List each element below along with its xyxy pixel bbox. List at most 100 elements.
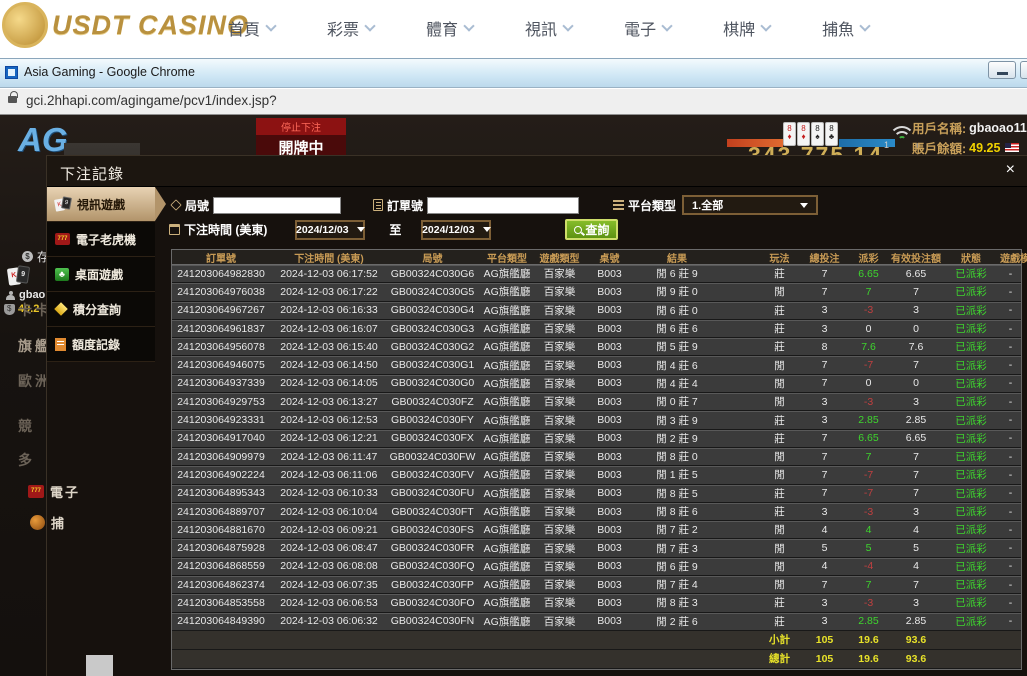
cell-payout: -7 bbox=[847, 359, 890, 371]
cell-platform: AG旗艦廳 bbox=[477, 339, 537, 354]
table-row: 2412030649760382024-12-03 06:17:22GB0032… bbox=[172, 283, 1021, 301]
cell-mode: - bbox=[1000, 323, 1021, 335]
chevron-down-icon bbox=[760, 20, 771, 31]
cell-payout: 7 bbox=[847, 286, 890, 298]
cell-valid: 5 bbox=[890, 542, 942, 554]
cell-game: 百家樂 bbox=[537, 376, 582, 391]
order-input[interactable] bbox=[427, 197, 579, 214]
cell-payout: 5 bbox=[847, 542, 890, 554]
cell-mode: - bbox=[1000, 432, 1021, 444]
nav-item-fishing[interactable]: 捕魚 bbox=[822, 16, 869, 40]
cell-mode: - bbox=[1000, 451, 1021, 463]
cell-table: B003 bbox=[582, 542, 637, 554]
table-row: 2412030648953432024-12-03 06:10:33GB0032… bbox=[172, 485, 1021, 503]
cell-result: 閒 6 莊 0 bbox=[637, 303, 717, 318]
bet-records-modal: 下注記錄 × K9 視訊遊戲 777 電子老虎機 ♣ 桌面遊戲 積分查詢 額 bbox=[46, 155, 1027, 676]
cell-status: 已派彩 bbox=[942, 321, 1000, 336]
cell-result: 閒 6 莊 6 bbox=[637, 321, 717, 336]
site-logo[interactable]: USDT CASINO bbox=[2, 2, 249, 48]
cell-bet: 3 bbox=[802, 597, 847, 609]
fish-icon bbox=[30, 515, 45, 530]
cell-playtype: 閒 bbox=[757, 522, 802, 537]
cell-status: 已派彩 bbox=[942, 413, 1000, 428]
sidebar-item-table-games[interactable]: ♣ 桌面遊戲 bbox=[47, 257, 155, 292]
cell-status: 已派彩 bbox=[942, 541, 1000, 556]
menu-fishing[interactable]: 捕 bbox=[30, 513, 66, 532]
sidebar-item-points-query[interactable]: 積分查詢 bbox=[47, 292, 155, 327]
table-row: 2412030648897072024-12-03 06:10:04GB0032… bbox=[172, 503, 1021, 521]
date-to-select[interactable]: 2024/12/03 bbox=[421, 220, 491, 240]
bet-records-table: 訂單號 下注時間 (美東) 局號 平台類型 遊戲類型 桌號 結果 玩法 總投注 … bbox=[171, 249, 1022, 670]
chevron-down-icon bbox=[859, 20, 870, 31]
nav-item-live[interactable]: 視訊 bbox=[525, 16, 572, 40]
table-row: 2412030648816702024-12-03 06:09:21GB0032… bbox=[172, 521, 1021, 539]
cell-game: 百家樂 bbox=[537, 614, 582, 629]
cell-mode: - bbox=[1000, 615, 1021, 627]
date-from-select[interactable]: 2024/12/03 bbox=[295, 220, 365, 240]
cell-round: GB00324C030FO bbox=[388, 597, 477, 609]
cell-result: 閒 9 莊 0 bbox=[637, 284, 717, 299]
menu-electronic-games[interactable]: 777 電子 bbox=[28, 482, 80, 501]
cell-platform: AG旗艦廳 bbox=[477, 321, 537, 336]
cell-time: 2024-12-03 06:06:32 bbox=[270, 615, 388, 627]
cell-status: 已派彩 bbox=[942, 614, 1000, 629]
nav-item-lottery[interactable]: 彩票 bbox=[327, 16, 374, 40]
nav-item-home[interactable]: 首頁 bbox=[228, 16, 275, 40]
table-row: 2412030648623742024-12-03 06:07:35GB0032… bbox=[172, 576, 1021, 594]
cell-table: B003 bbox=[582, 414, 637, 426]
round-input[interactable] bbox=[213, 197, 341, 214]
cell-status: 已派彩 bbox=[942, 266, 1000, 281]
cell-playtype: 閒 bbox=[757, 577, 802, 592]
hall-menu-jingmi[interactable]: 競 bbox=[18, 416, 35, 436]
search-button[interactable]: 查詢 bbox=[565, 219, 618, 240]
table-row: 2412030648493902024-12-03 06:06:32GB0032… bbox=[172, 613, 1021, 631]
sidebar-item-quota-records[interactable]: 額度記錄 bbox=[47, 327, 155, 362]
cell-status: 已派彩 bbox=[942, 376, 1000, 391]
cell-time: 2024-12-03 06:11:06 bbox=[270, 469, 388, 481]
table-row: 2412030649618372024-12-03 06:16:07GB0032… bbox=[172, 320, 1021, 338]
person-icon bbox=[6, 291, 15, 300]
cell-bet: 4 bbox=[802, 524, 847, 536]
cell-result: 閒 4 莊 4 bbox=[637, 376, 717, 391]
nav-item-cards[interactable]: 棋牌 bbox=[723, 16, 770, 40]
cell-bet: 7 bbox=[802, 377, 847, 389]
cell-mode: - bbox=[1000, 286, 1021, 298]
cell-bet: 3 bbox=[802, 396, 847, 408]
hall-menu-multi[interactable]: 多 bbox=[18, 450, 35, 470]
sidebar-item-slots[interactable]: 777 電子老虎機 bbox=[47, 222, 155, 257]
cell-result: 閒 3 莊 9 bbox=[637, 413, 717, 428]
cell-status: 已派彩 bbox=[942, 339, 1000, 354]
cell-order: 241203064868559 bbox=[172, 560, 270, 572]
cell-platform: AG旗艦廳 bbox=[477, 431, 537, 446]
cell-valid: 7.6 bbox=[890, 341, 942, 353]
url-text[interactable]: gci.2hhapi.com/agingame/pcv1/index.jsp? bbox=[26, 93, 277, 108]
cell-table: B003 bbox=[582, 597, 637, 609]
cell-status: 已派彩 bbox=[942, 504, 1000, 519]
cell-status: 已派彩 bbox=[942, 303, 1000, 318]
cell-time: 2024-12-03 06:16:33 bbox=[270, 304, 388, 316]
browser-favicon-icon bbox=[5, 66, 18, 79]
cell-order: 241203064976038 bbox=[172, 286, 270, 298]
username-label: 用戶名稱: bbox=[912, 118, 966, 137]
cell-mode: - bbox=[1000, 414, 1021, 426]
cell-playtype: 莊 bbox=[757, 339, 802, 354]
maximize-button[interactable] bbox=[1020, 61, 1027, 79]
cell-order: 241203064961837 bbox=[172, 323, 270, 335]
chevron-down-icon bbox=[463, 20, 474, 31]
close-icon[interactable]: × bbox=[1006, 162, 1015, 178]
platform-select[interactable]: 1.全部 bbox=[682, 195, 818, 215]
cell-playtype: 閒 bbox=[757, 394, 802, 409]
nav-item-sports[interactable]: 體育 bbox=[426, 16, 473, 40]
subtotal-row: 小計 105 19.6 93.6 bbox=[172, 631, 1021, 650]
cell-order: 241203064917040 bbox=[172, 432, 270, 444]
nav-item-electronic[interactable]: 電子 bbox=[624, 16, 671, 40]
cell-game: 百家樂 bbox=[537, 413, 582, 428]
cell-round: GB00324C030FZ bbox=[388, 396, 477, 408]
cell-order: 241203064956078 bbox=[172, 341, 270, 353]
sidebar-item-video-games[interactable]: K9 視訊遊戲 bbox=[47, 187, 155, 222]
cell-result: 閒 6 莊 9 bbox=[637, 266, 717, 281]
minimize-button[interactable] bbox=[988, 61, 1016, 79]
background-scrollbar[interactable] bbox=[86, 655, 113, 676]
calendar-icon bbox=[169, 224, 180, 235]
cell-game: 百家樂 bbox=[537, 486, 582, 501]
